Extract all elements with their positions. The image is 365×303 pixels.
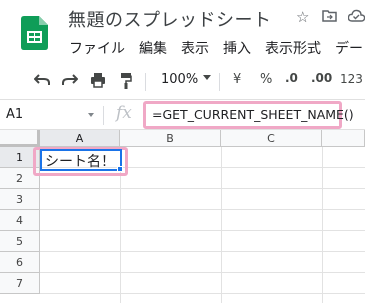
menu-file[interactable]: ファイル [69,38,125,58]
formula-input[interactable]: =GET_CURRENT_SHEET_NAME() [152,107,354,122]
formula-bar: A1 fx =GET_CURRENT_SHEET_NAME() [0,99,365,130]
row-header-6[interactable]: 6 [0,252,40,273]
column-header-b[interactable]: B [120,130,221,147]
menu-view[interactable]: 表示 [181,38,209,58]
decrease-decimal-button[interactable]: .0 [285,71,298,85]
grid-line [40,188,365,189]
cell-a1-value: シート名！ [45,154,115,170]
row-header-5[interactable]: 5 [0,231,40,252]
fx-icon: fx [116,103,132,123]
fill-handle[interactable] [117,166,123,172]
zoom-dropdown-icon[interactable] [203,75,211,80]
name-box-dropdown-icon[interactable] [88,113,94,117]
select-all-corner[interactable] [0,130,40,147]
percent-format-button[interactable]: % [260,72,272,87]
menu-edit[interactable]: 編集 [139,38,167,58]
column-header-d[interactable] [322,130,365,147]
toolbar: 100% ¥ % .0 .00 123 [0,66,365,96]
cloud-status-icon[interactable] [347,8,365,26]
grid-line [40,272,365,273]
menu-insert[interactable]: 挿入 [223,38,251,58]
grid-line [40,209,365,210]
row-header-7[interactable]: 7 [0,273,40,294]
column-header-c[interactable]: C [221,130,322,147]
more-formats-button[interactable]: 123 [340,72,363,86]
currency-format-button[interactable]: ¥ [233,72,241,87]
sheets-logo-icon[interactable] [21,16,48,50]
undo-icon[interactable] [34,74,50,86]
paint-format-icon[interactable] [120,72,132,89]
row-header-4[interactable]: 4 [0,210,40,231]
toolbar-separator [219,73,220,91]
toolbar-separator [145,73,146,91]
grid-line [40,251,365,252]
print-icon[interactable] [90,72,106,88]
grid-line [221,147,222,303]
document-title[interactable]: 無題のスプレッドシート [68,6,272,32]
name-box[interactable]: A1 [6,107,23,122]
spreadsheet-window: 無題のスプレッドシート ☆ ファイル 編集 表示 挿入 表示形式 デー 100%… [0,0,365,303]
grid-line [40,293,365,294]
grid-line [40,230,365,231]
menubar: ファイル 編集 表示 挿入 表示形式 デー [69,38,365,58]
star-icon[interactable]: ☆ [296,8,309,26]
zoom-select[interactable]: 100% [161,72,198,87]
menu-format[interactable]: 表示形式 [265,38,321,58]
formula-bar-separator [103,106,104,125]
column-header-a[interactable]: A [40,130,120,147]
menu-data[interactable]: デー [335,38,363,58]
move-to-folder-icon[interactable] [322,8,337,26]
increase-decimal-button[interactable]: .00 [311,71,332,85]
redo-icon[interactable] [62,74,78,86]
row-header-3[interactable]: 3 [0,189,40,210]
grid-line [322,147,323,303]
